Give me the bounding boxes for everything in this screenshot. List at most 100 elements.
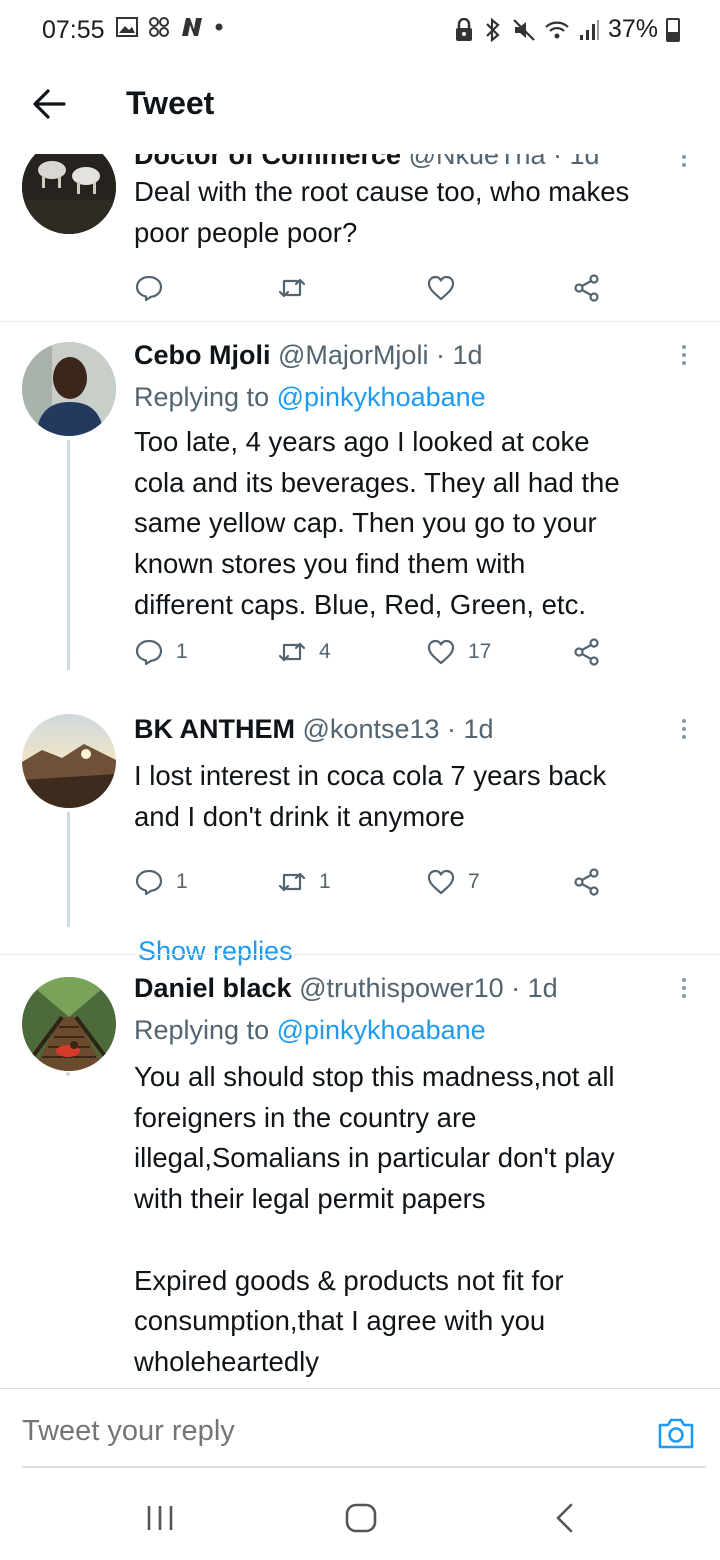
replying-handle-link[interactable]: @pinkykhoabane xyxy=(277,1015,486,1045)
share-button[interactable] xyxy=(572,632,602,672)
author-name[interactable]: Doctor of Commerce xyxy=(134,154,401,170)
system-nav-bar xyxy=(0,1470,720,1560)
bridge-photo xyxy=(22,977,116,1071)
goats-image xyxy=(22,154,116,234)
tweet-item[interactable]: Daniel black @truthispower10 · 1d Replyi… xyxy=(0,955,720,1388)
landscape-photo xyxy=(22,714,116,808)
lock-icon xyxy=(455,17,472,41)
tweet-item[interactable]: Doctor of Commerce @NkueTha · 1d Deal wi… xyxy=(0,154,720,322)
replying-to: Replying to @pinkykhoabane xyxy=(134,1015,486,1046)
dot-icon xyxy=(215,23,223,31)
status-right-icons: 37% xyxy=(454,15,680,44)
tweet-item[interactable]: Cebo Mjoli @MajorMjoli · 1d Replying to … xyxy=(0,322,720,712)
tweet-meta: Cebo Mjoli @MajorMjoli · 1d xyxy=(134,340,483,371)
avatar[interactable] xyxy=(22,154,116,234)
tweet-meta: BK ANTHEM @kontse13 · 1d xyxy=(134,714,494,745)
share-icon xyxy=(574,868,599,896)
pinwheel-icon xyxy=(149,17,169,37)
image-icon xyxy=(116,17,138,37)
tweet-item[interactable]: BK ANTHEM @kontse13 · 1d I lost interest… xyxy=(0,694,720,1076)
tweet-actions: 1 4 17 xyxy=(134,632,634,672)
author-handle[interactable]: @NkueTha xyxy=(409,154,546,170)
like-count: 7 xyxy=(468,870,480,893)
author-handle[interactable]: @kontse13 xyxy=(303,714,440,744)
retweet-icon xyxy=(278,872,306,892)
tweet-time: · 1d xyxy=(435,340,483,370)
reply-button[interactable] xyxy=(134,268,164,308)
wifi-icon xyxy=(545,21,569,38)
tweet-feed[interactable]: Doctor of Commerce @NkueTha · 1d Deal wi… xyxy=(0,154,720,1388)
mute-icon xyxy=(513,18,535,41)
reply-button[interactable]: 1 xyxy=(134,632,188,672)
retweet-icon xyxy=(278,642,306,662)
author-name[interactable]: BK ANTHEM xyxy=(134,714,295,744)
author-handle[interactable]: @truthispower10 xyxy=(299,973,504,1003)
thread-line xyxy=(67,812,70,927)
like-button[interactable] xyxy=(426,268,456,308)
tweet-meta: Doctor of Commerce @NkueTha · 1d xyxy=(134,154,600,171)
status-bar: 07:55 37% xyxy=(0,0,720,60)
back-nav-icon[interactable] xyxy=(545,1498,585,1538)
app-header: Tweet xyxy=(0,60,720,154)
tweet-text: You all should stop this madness,not all… xyxy=(134,1061,615,1377)
share-button[interactable] xyxy=(572,268,602,308)
share-icon xyxy=(574,274,599,302)
home-icon[interactable] xyxy=(341,1498,381,1538)
tweet-text: I lost interest in coca cola 7 years bac… xyxy=(134,760,607,832)
tweet-actions xyxy=(134,268,634,308)
bluetooth-icon xyxy=(486,17,500,42)
heart-icon xyxy=(427,639,455,665)
battery-icon xyxy=(666,17,680,42)
author-name[interactable]: Cebo Mjoli xyxy=(134,340,271,370)
author-handle[interactable]: @MajorMjoli xyxy=(278,340,428,370)
tweet-time: · 1d xyxy=(447,714,494,744)
tweet-time: · 1d xyxy=(553,154,600,170)
tweet-meta: Daniel black @truthispower10 · 1d xyxy=(134,973,558,1004)
tweet-actions: 1 1 7 xyxy=(134,862,634,902)
replying-label: Replying to xyxy=(134,1015,270,1045)
more-options-icon[interactable] xyxy=(680,342,688,374)
status-left-icons xyxy=(116,16,224,38)
heart-icon xyxy=(427,275,455,301)
retweet-button[interactable] xyxy=(277,268,307,308)
reply-underline xyxy=(22,1466,706,1468)
reply-icon xyxy=(135,869,163,896)
heart-icon xyxy=(427,869,455,895)
reply-icon xyxy=(135,639,163,666)
replying-handle-link[interactable]: @pinkykhoabane xyxy=(277,382,486,412)
like-button[interactable]: 17 xyxy=(426,632,491,672)
avatar[interactable] xyxy=(22,977,116,1071)
tweet-text: Too late, 4 years ago I looked at coke c… xyxy=(134,426,620,620)
retweet-icon xyxy=(278,278,306,298)
reply-count: 1 xyxy=(176,870,188,893)
battery-percent: 37% xyxy=(607,15,658,43)
reply-icon xyxy=(135,275,163,302)
more-options-icon[interactable] xyxy=(680,975,688,1007)
author-name[interactable]: Daniel black xyxy=(134,973,292,1003)
camera-icon[interactable] xyxy=(656,1413,696,1453)
retweet-button[interactable]: 1 xyxy=(277,862,331,902)
reply-button[interactable]: 1 xyxy=(134,862,188,902)
back-arrow-icon[interactable] xyxy=(30,82,70,126)
n-app-icon xyxy=(182,18,202,36)
page-title: Tweet xyxy=(126,85,215,121)
tweet-time: · 1d xyxy=(511,973,558,1003)
thread-line xyxy=(67,440,70,670)
replying-label: Replying to xyxy=(134,382,270,412)
reply-input[interactable] xyxy=(22,1415,582,1448)
avatar[interactable] xyxy=(22,714,116,808)
like-count: 17 xyxy=(468,640,492,663)
more-options-icon[interactable] xyxy=(680,716,688,748)
like-button[interactable]: 7 xyxy=(426,862,480,902)
share-button[interactable] xyxy=(572,862,602,902)
tweet-text: Deal with the root cause too, who makes … xyxy=(134,176,630,248)
retweet-button[interactable]: 4 xyxy=(277,632,331,672)
reply-count: 1 xyxy=(176,640,188,663)
person-photo xyxy=(22,342,116,436)
retweet-count: 4 xyxy=(319,640,331,663)
signal-icon xyxy=(579,19,599,40)
status-time: 07:55 xyxy=(42,16,105,44)
share-icon xyxy=(574,638,599,666)
avatar[interactable] xyxy=(22,342,116,436)
recent-apps-icon[interactable] xyxy=(140,1498,180,1538)
